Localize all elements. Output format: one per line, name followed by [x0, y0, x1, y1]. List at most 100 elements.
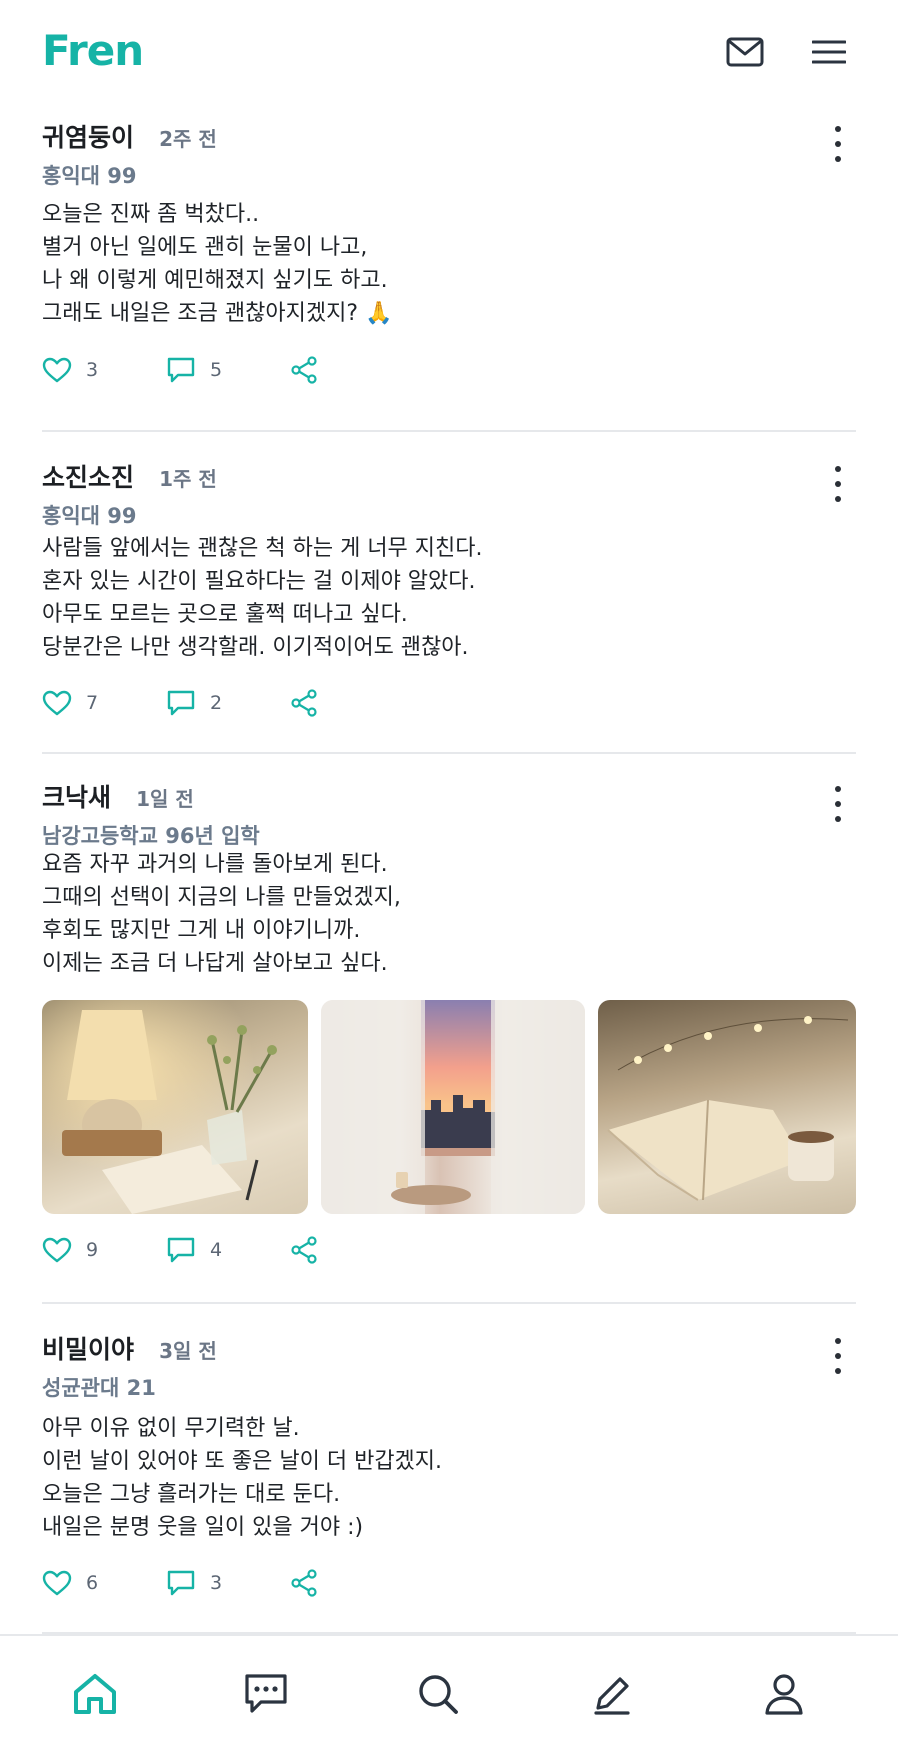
tab-profile[interactable] [756, 1666, 812, 1722]
chat-icon [245, 1674, 287, 1713]
like-button[interactable]: 9 [42, 1237, 100, 1263]
post-actions: 6 3 [42, 1544, 856, 1622]
post-line: 오늘은 진짜 좀 벅찼다.. [42, 202, 260, 227]
comment-button[interactable]: 5 [166, 356, 224, 384]
tab-search[interactable] [410, 1666, 466, 1722]
tab-home[interactable] [67, 1666, 123, 1722]
post-time: 3일 전 [159, 1339, 217, 1363]
comment-count: 5 [210, 359, 223, 381]
post-body: 요즘 자꾸 과거의 나를 돌아보게 된다. 그때의 선택이 지금의 나를 만들었… [42, 846, 856, 980]
post-line: 오늘은 그냥 흘러가는 대로 둔다. [42, 1482, 341, 1507]
share-icon [291, 1236, 317, 1264]
post-feed: 귀염둥이 2주 전 홍익대 99 오늘은 진짜 좀 벅찼다.. 별거 아닌 일에… [0, 104, 898, 1634]
share-button[interactable] [290, 1236, 318, 1264]
post-line: 그래도 내일은 조금 괜찮아지겠지? 🙏 [42, 301, 393, 326]
post-line: 이제는 조금 더 나답게 살아보고 싶다. [42, 951, 388, 976]
like-button[interactable]: 3 [42, 357, 100, 383]
comment-button[interactable]: 2 [166, 689, 224, 717]
like-button[interactable]: 6 [42, 1570, 100, 1596]
heart-icon [42, 357, 72, 383]
post-line: 나 왜 이렇게 예민해졌지 싶기도 하고. [42, 268, 388, 293]
post-line: 혼자 있는 시간이 필요하다는 걸 이제야 알았다. [42, 569, 476, 594]
comment-icon [167, 1237, 195, 1263]
menu-button[interactable] [806, 30, 852, 74]
comment-icon [167, 357, 195, 383]
post-card[interactable]: 비밀이야 3일 전 성균관대 21 아무 이유 없이 무기력한 날. 이런 날이… [42, 1304, 856, 1634]
book-bed-photo [607, 1016, 849, 1201]
post-time: 2주 전 [159, 127, 217, 151]
post-card[interactable]: 소진소진 1주 전 홍익대 99 사람들 앞에서는 괜찮은 척 하는 게 너무 … [42, 432, 856, 754]
comment-icon [167, 1570, 195, 1596]
post-body: 오늘은 진짜 좀 벅찼다.. 별거 아닌 일에도 괜히 눈물이 나고, 나 왜 … [42, 188, 856, 330]
post-actions: 9 4 [42, 1214, 856, 1286]
post-card[interactable]: 크낙새 1일 전 남강고등학교 96년 입학 요즘 자꾸 과거의 나를 돌아보게… [42, 754, 856, 1304]
share-button[interactable] [290, 1569, 318, 1597]
post-author[interactable]: 귀염둥이 [42, 118, 134, 154]
search-icon [419, 1675, 458, 1714]
post-images [42, 1000, 856, 1214]
post-body: 사람들 앞에서는 괜찮은 척 하는 게 너무 지친다. 혼자 있는 시간이 필요… [42, 528, 856, 664]
post-line: 별거 아닌 일에도 괜히 눈물이 나고, [42, 235, 368, 260]
share-icon [291, 689, 317, 717]
app-header: Fren [0, 0, 898, 104]
post-image-book-bed[interactable] [598, 1000, 856, 1214]
post-image-lamp-desk[interactable] [42, 1000, 308, 1214]
lamp-desk-photo [42, 1000, 308, 1214]
more-options-icon[interactable] [826, 126, 850, 162]
post-line: 사람들 앞에서는 괜찮은 척 하는 게 너무 지친다. [42, 536, 483, 561]
post-affiliation: 홍익대 99 [42, 164, 137, 188]
tab-chat[interactable] [238, 1666, 294, 1722]
post-header: 귀염둥이 2주 전 홍익대 99 [42, 104, 856, 188]
post-line: 아무 이유 없이 무기력한 날. [42, 1416, 300, 1441]
post-time: 1주 전 [159, 467, 217, 491]
post-image-sunset-window[interactable] [321, 1000, 585, 1214]
tab-write[interactable] [584, 1666, 640, 1722]
like-button[interactable]: 7 [42, 690, 100, 716]
post-affiliation: 성균관대 21 [42, 1376, 156, 1400]
share-icon [291, 356, 317, 384]
like-count: 7 [86, 692, 99, 714]
more-options-icon[interactable] [826, 1338, 850, 1374]
post-author[interactable]: 소진소진 [42, 458, 134, 494]
comment-button[interactable]: 4 [166, 1236, 224, 1264]
comment-button[interactable]: 3 [166, 1569, 224, 1597]
more-options-icon[interactable] [826, 786, 850, 822]
share-icon [291, 1569, 317, 1597]
comment-count: 4 [210, 1239, 223, 1261]
post-line: 이런 날이 있어야 또 좋은 날이 더 반갑겠지. [42, 1449, 443, 1474]
post-body: 아무 이유 없이 무기력한 날. 이런 날이 있어야 또 좋은 날이 더 반갑겠… [42, 1408, 856, 1544]
post-actions: 7 2 [42, 664, 856, 742]
post-author[interactable]: 크낙새 [42, 778, 111, 814]
post-affiliation: 홍익대 99 [42, 504, 137, 528]
comment-count: 3 [210, 1572, 223, 1594]
post-header: 비밀이야 3일 전 성균관대 21 [42, 1304, 856, 1408]
post-line: 내일은 분명 웃을 일이 있을 거야 :) [42, 1515, 364, 1540]
share-button[interactable] [290, 356, 318, 384]
more-options-icon[interactable] [826, 466, 850, 502]
post-line: 아무도 모르는 곳으로 훌쩍 떠나고 싶다. [42, 602, 408, 627]
mail-button[interactable] [722, 30, 768, 74]
post-header: 크낙새 1일 전 남강고등학교 96년 입학 [42, 754, 856, 848]
post-line: 당분간은 나만 생각할래. 이기적이어도 괜찮아. [42, 635, 469, 660]
post-affiliation: 남강고등학교 96년 입학 [42, 824, 260, 848]
post-card[interactable]: 귀염둥이 2주 전 홍익대 99 오늘은 진짜 좀 벅찼다.. 별거 아닌 일에… [42, 104, 856, 432]
post-author[interactable]: 비밀이야 [42, 1330, 134, 1366]
app-logo[interactable]: Fren [42, 26, 144, 75]
post-line: 그때의 선택이 지금의 나를 만들었겠지, [42, 885, 401, 910]
heart-icon [42, 690, 72, 716]
home-icon [74, 1674, 116, 1714]
menu-icon [812, 40, 846, 64]
comment-count: 2 [210, 692, 223, 714]
like-count: 6 [86, 1572, 99, 1594]
profile-icon [765, 1674, 803, 1715]
post-line: 후회도 많지만 그게 내 이야기니까. [42, 918, 361, 943]
like-count: 9 [86, 1239, 99, 1261]
mail-icon [726, 37, 764, 67]
post-actions: 3 5 [42, 330, 856, 410]
write-icon [594, 1677, 630, 1715]
comment-icon [167, 690, 195, 716]
post-header: 소진소진 1주 전 홍익대 99 [42, 432, 856, 528]
post-line: 요즘 자꾸 과거의 나를 돌아보게 된다. [42, 852, 388, 877]
bottom-tab-bar [0, 1634, 898, 1752]
share-button[interactable] [290, 689, 318, 717]
